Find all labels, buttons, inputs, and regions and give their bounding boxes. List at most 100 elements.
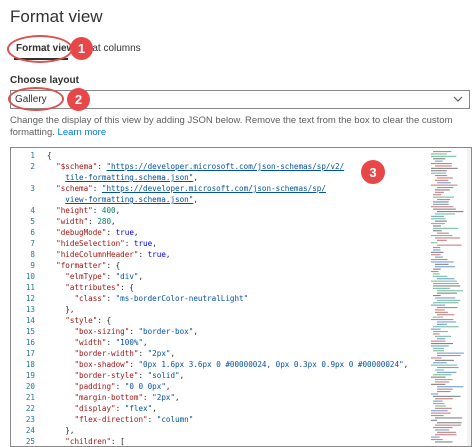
minimap-line (431, 184, 458, 186)
minimap-line (431, 343, 454, 345)
code-token: view-formatting.schema.json" (65, 195, 194, 204)
code-token: "https://developer.microsoft.com/json-sc… (101, 184, 326, 193)
minimap-line (433, 316, 444, 318)
code-line[interactable]: 11 "attributes": { (11, 282, 431, 293)
code-token: : (106, 272, 116, 281)
code-line[interactable]: 14 "style": { (11, 315, 431, 326)
minimap-line (431, 251, 444, 253)
code-line[interactable]: 23 "flex-direction": "column" (11, 414, 431, 425)
minimap-line (435, 237, 461, 239)
code-token: : (124, 239, 134, 248)
minimap-line (433, 333, 440, 335)
code-line[interactable]: 16 "width": "100%", (11, 337, 431, 348)
learn-more-link[interactable]: Learn more (58, 127, 107, 138)
line-content: { (47, 150, 52, 161)
code-line[interactable]: view-formatting.schema.json", (11, 194, 431, 205)
code-token: "margin-bottom" (74, 393, 144, 402)
code-token: true (147, 250, 166, 259)
code-token: "children" (65, 437, 112, 446)
line-number: 18 (25, 360, 35, 369)
code-line[interactable]: 25 "children": [ (11, 436, 431, 446)
minimap-line (433, 201, 449, 203)
minimap-line (431, 280, 457, 282)
code-line[interactable]: 18 "box-shadow": "0px 1.6px 3.6px 0 #000… (11, 359, 431, 370)
editor-scrollbar[interactable] (467, 148, 471, 446)
code-token: "https://developer.microsoft.com/json-sc… (106, 162, 345, 171)
json-editor[interactable]: 1{2 "$schema": "https://developer.micros… (10, 147, 472, 447)
minimap-line (435, 309, 445, 311)
code-token: "height" (56, 206, 93, 215)
code-line[interactable]: 5 "width": 280, (11, 216, 431, 227)
minimap-line (437, 232, 449, 234)
minimap-line (437, 244, 462, 246)
code-line[interactable]: 21 "margin-bottom": "2px", (11, 392, 431, 403)
line-number: 13 (25, 305, 35, 314)
minimap-line (435, 191, 444, 193)
code-line[interactable]: 19 "border-style": "solid", (11, 370, 431, 381)
code-token: : (106, 338, 116, 347)
line-content: "width": 280, (47, 216, 116, 227)
minimap-line (437, 386, 464, 388)
code-token: "debugMode" (56, 228, 107, 237)
code-line[interactable]: 9 "formatter": { (11, 260, 431, 271)
code-line[interactable]: 24 }, (11, 425, 431, 436)
code-token: : { (120, 283, 134, 292)
minimap-line (437, 299, 461, 301)
code-line[interactable]: 13 }, (11, 304, 431, 315)
minimap-line (435, 311, 448, 313)
code-token: : (143, 393, 153, 402)
code-token: , (138, 272, 144, 281)
line-number: 14 (25, 316, 35, 325)
code-line[interactable]: 4 "height": 400, (11, 205, 431, 216)
line-content: "border-width": "2px", (47, 348, 175, 359)
code-line[interactable]: 15 "box-sizing": "border-box", (11, 326, 431, 337)
minimap-line (433, 273, 440, 275)
code-token: "$schema" (56, 162, 98, 171)
minimap[interactable] (429, 148, 469, 446)
code-token: , (111, 217, 116, 226)
minimap-line (435, 407, 452, 409)
minimap-line (433, 158, 446, 160)
minimap-line (437, 371, 457, 373)
line-number: 24 (25, 426, 35, 435)
minimap-line (433, 194, 441, 196)
code-line[interactable]: 22 "display": "flex", (11, 403, 431, 414)
minimap-line (431, 172, 447, 174)
line-content: view-formatting.schema.json", (47, 194, 198, 205)
callout-badge-2: 2 (67, 88, 90, 111)
minimap-line (431, 235, 453, 237)
code-token: "100%" (115, 338, 144, 347)
line-number: 20 (25, 382, 35, 391)
code-line[interactable]: 3 "schema": "https://developer.microsoft… (11, 183, 431, 194)
code-token: "style" (65, 316, 98, 325)
line-content: "width": "100%", (47, 337, 147, 348)
code-line[interactable]: 12 "class": "ms-borderColor-neutralLight… (11, 293, 431, 304)
code-token: , (403, 360, 409, 369)
code-line[interactable]: 20 "padding": "0 0 0px", (11, 381, 431, 392)
code-token: : (106, 228, 116, 237)
minimap-line (435, 165, 452, 167)
minimap-line (435, 160, 443, 162)
code-token: : (92, 184, 102, 193)
highlight-ring-layout (8, 87, 64, 111)
line-content: "padding": "0 0 0px", (47, 381, 170, 392)
code-token: , (193, 173, 198, 182)
code-token: : (115, 404, 125, 413)
code-line[interactable]: 6 "debugMode": true, (11, 227, 431, 238)
line-number: 15 (25, 327, 35, 336)
minimap-line (431, 163, 452, 165)
code-line[interactable]: 17 "border-width": "2px", (11, 348, 431, 359)
code-line[interactable]: 7 "hideSelection": true, (11, 238, 431, 249)
line-number: 12 (25, 294, 35, 303)
code-line[interactable]: 8 "hideColumnHeader": true, (11, 249, 431, 260)
minimap-line (437, 323, 447, 325)
code-line[interactable]: 1{ (11, 150, 431, 161)
code-line[interactable]: 10 "elmType": "div", (11, 271, 431, 282)
